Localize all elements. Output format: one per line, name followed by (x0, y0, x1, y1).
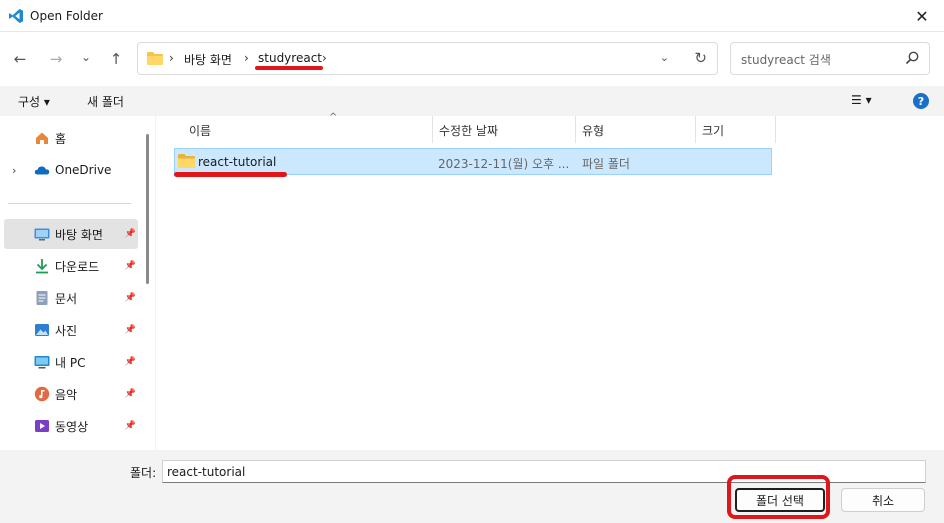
breadcrumb-separator: › (322, 51, 327, 65)
address-bar[interactable]: › 바탕 화면 › studyreact › ⌄ ↻ (137, 42, 718, 75)
sidebar-item-pictures[interactable]: 사진 📌 (4, 315, 138, 345)
navigation-pane: 홈 › OneDrive 바탕 화면 📌 다운로드 📌 문서 📌 사진 📌 내 … (0, 116, 155, 450)
back-button[interactable]: ← (8, 48, 32, 70)
help-icon[interactable]: ? (913, 93, 929, 109)
breadcrumb-desktop[interactable]: 바탕 화면 (184, 51, 232, 68)
pin-icon: 📌 (124, 325, 136, 335)
window-title: Open Folder (30, 9, 103, 23)
view-options-button[interactable]: ☰ ▾ (851, 93, 872, 107)
download-icon (36, 259, 48, 274)
organize-menu[interactable]: 구성 ▾ (18, 93, 50, 110)
annotation-box (727, 475, 830, 519)
close-button[interactable]: ✕ (900, 0, 944, 32)
desktop-icon (34, 228, 50, 241)
music-icon (34, 386, 50, 402)
sidebar-item-home[interactable]: 홈 (4, 123, 138, 153)
breadcrumb-separator: › (169, 51, 174, 65)
vscode-icon (9, 9, 23, 23)
recent-locations-button[interactable]: ⌄ (74, 46, 98, 68)
sort-ascending-icon: ^ (329, 112, 338, 123)
sidebar-item-label: OneDrive (55, 163, 112, 177)
search-icon (905, 51, 919, 65)
pictures-icon (35, 324, 49, 336)
sidebar-item-onedrive[interactable]: › OneDrive (4, 155, 138, 185)
sidebar-item-documents[interactable]: 문서 📌 (4, 283, 138, 313)
file-list: 이름 ^ 수정한 날짜 유형 크기 react-tutorial 2023-12… (156, 112, 944, 450)
folder-label: 폴더: (130, 466, 157, 480)
video-icon (35, 420, 49, 432)
expand-chevron-icon[interactable]: › (12, 164, 16, 177)
document-icon (36, 291, 48, 305)
sidebar-item-label: 사진 (55, 323, 78, 338)
new-folder-button[interactable]: 새 폴더 (87, 93, 124, 110)
pin-icon: 📌 (124, 357, 136, 367)
sidebar-item-videos[interactable]: 동영상 📌 (4, 411, 138, 441)
folder-icon (147, 52, 163, 65)
column-header-type[interactable]: 유형 (576, 116, 696, 143)
refresh-button[interactable]: ↻ (694, 49, 707, 67)
sidebar-item-desktop[interactable]: 바탕 화면 📌 (4, 219, 138, 249)
pc-icon (34, 356, 50, 369)
table-row[interactable]: react-tutorial 2023-12-11(월) 오후 ... 파일 폴… (174, 148, 772, 175)
column-header-label: 이름 (189, 124, 212, 138)
column-header-modified[interactable]: 수정한 날짜 (433, 116, 576, 143)
up-button[interactable]: ↑ (104, 48, 128, 70)
sidebar-item-this-pc[interactable]: 내 PC 📌 (4, 347, 138, 377)
command-bar: 구성 ▾ 새 폴더 ☰ ▾ ? (0, 86, 944, 116)
sidebar-item-downloads[interactable]: 다운로드 📌 (4, 251, 138, 281)
pin-icon: 📌 (124, 389, 136, 399)
sidebar-item-label: 동영상 (55, 419, 89, 434)
column-header-label: 크기 (702, 124, 725, 138)
search-placeholder: studyreact 검색 (741, 53, 831, 67)
breadcrumb-separator: › (244, 51, 249, 65)
cancel-button[interactable]: 취소 (841, 488, 925, 512)
navigation-bar: ← → ⌄ ↑ › 바탕 화면 › studyreact › ⌄ ↻ study… (0, 32, 944, 86)
home-icon (36, 132, 48, 144)
sidebar-item-label: 문서 (55, 291, 78, 306)
annotation-underline (255, 66, 323, 70)
pin-icon: 📌 (124, 261, 136, 271)
sidebar-item-label: 내 PC (55, 355, 86, 370)
breadcrumb-studyreact[interactable]: studyreact (258, 51, 322, 65)
column-header-size[interactable]: 크기 (696, 116, 776, 143)
sidebar-item-label: 홈 (55, 131, 67, 146)
address-dropdown-button[interactable]: ⌄ (660, 51, 669, 64)
sidebar-scrollbar[interactable] (146, 134, 149, 284)
column-header-label: 수정한 날짜 (439, 124, 499, 138)
sidebar-item-music[interactable]: 음악 📌 (4, 379, 138, 409)
forward-button[interactable]: → (44, 48, 68, 70)
pin-icon: 📌 (124, 293, 136, 303)
sidebar-item-label: 바탕 화면 (55, 227, 103, 242)
cloud-icon (34, 166, 50, 175)
folder-icon (178, 154, 195, 168)
pin-icon: 📌 (124, 421, 136, 431)
title-bar: Open Folder ✕ (0, 0, 944, 32)
sidebar-item-label: 음악 (55, 387, 78, 402)
annotation-underline (174, 172, 287, 177)
pin-icon: 📌 (124, 229, 136, 239)
file-type: 파일 폴더 (582, 157, 630, 171)
file-name: react-tutorial (198, 155, 277, 169)
file-modified: 2023-12-11(월) 오후 ... (438, 157, 570, 171)
sidebar-divider (8, 203, 131, 204)
column-header-name[interactable]: 이름 ^ (183, 112, 433, 143)
column-header-label: 유형 (582, 124, 605, 138)
sidebar-item-label: 다운로드 (55, 259, 100, 274)
search-input[interactable]: studyreact 검색 (730, 42, 930, 75)
